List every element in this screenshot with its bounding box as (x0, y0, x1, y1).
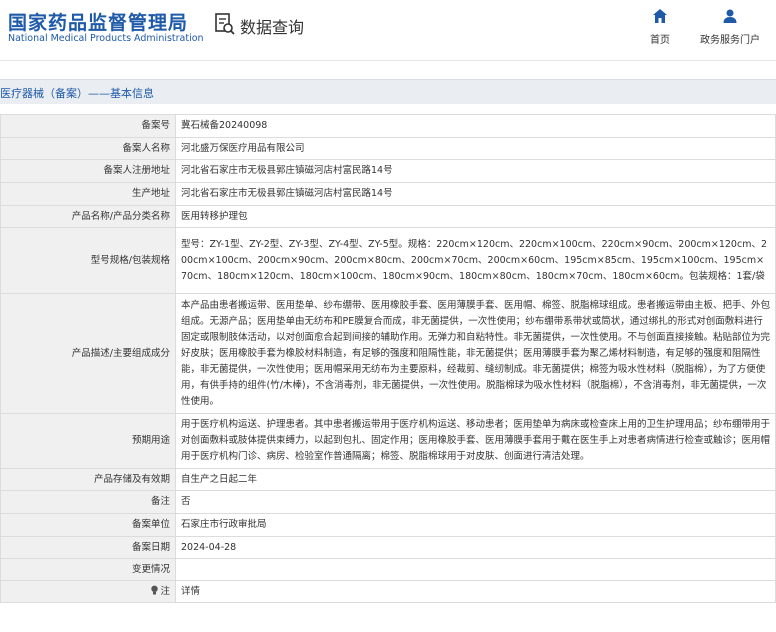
table-row: 注详情 (0, 580, 776, 603)
table-row: 型号规格/包装规格 型号：ZY-1型、ZY-2型、ZY-3型、ZY-4型、ZY-5… (0, 227, 776, 294)
data-search-icon (214, 12, 236, 40)
table-row: 生产地址 河北省石家庄市无极县郭庄镇磁河店村富民路14号 (0, 182, 776, 206)
field-value: 自生产之日起二年 (175, 468, 776, 491)
field-label-text: 备案人名称 (122, 142, 170, 154)
table-row: 产品名称/产品分类名称 医用转移护理包 (0, 205, 776, 228)
field-value: 2024-04-28 (175, 536, 776, 559)
field-value: 河北省石家庄市无极县郭庄镇磁河店村富民路14号 (175, 159, 776, 183)
field-label-text: 备案日期 (131, 541, 170, 553)
field-label: 备案日期 (0, 536, 176, 559)
table-row: 备案单位 石家庄市行政审批局 (0, 513, 776, 537)
table-row: 预期用途 用于医疗机构运送、护理患者。其中患者搬运带用于医疗机构运送、移动患者；医… (0, 413, 776, 469)
field-value (175, 558, 776, 581)
user-icon (722, 9, 738, 28)
field-value: 型号：ZY-1型、ZY-2型、ZY-3型、ZY-4型、ZY-5型。规格：220c… (175, 227, 776, 294)
nav-gov-service[interactable]: 政务服务门户 (698, 8, 762, 46)
table-row: 变更情况 (0, 558, 776, 581)
field-value: 医用转移护理包 (175, 205, 776, 228)
table-row: 产品存储及有效期 自生产之日起二年 (0, 468, 776, 491)
table-row: 备案人名称 河北盛万保医疗用品有限公司 (0, 137, 776, 160)
field-value: 否 (175, 490, 776, 514)
field-label-text: 备案号 (141, 120, 170, 131)
field-label-text: 产品描述/主要组成成分 (71, 347, 170, 359)
bulb-icon (150, 585, 160, 597)
home-icon (652, 9, 668, 28)
field-label-text: 备注 (150, 496, 170, 507)
field-value: 河北省石家庄市无极县郭庄镇磁河店村富民路14号 (175, 182, 776, 206)
table-row: 备案人注册地址 河北省石家庄市无极县郭庄镇磁河店村富民路14号 (0, 159, 776, 183)
field-value: 河北盛万保医疗用品有限公司 (175, 137, 776, 160)
field-label: 型号规格/包装规格 (0, 227, 176, 294)
header-divider (0, 60, 776, 61)
field-label-text: 预期用途 (131, 435, 170, 446)
field-label-text: 备案单位 (131, 519, 170, 530)
field-label-text: 生产地址 (131, 188, 170, 199)
field-value: 冀石械备20240098 (175, 114, 776, 138)
field-label-text: 注 (160, 585, 170, 597)
field-label: 备案单位 (0, 513, 176, 537)
field-label: 产品名称/产品分类名称 (0, 205, 176, 228)
nav-gov-service-label: 政务服务门户 (700, 35, 760, 46)
field-label: 备案人名称 (0, 137, 176, 160)
site-header: 国家药品监督管理局 National Medical Products Admi… (0, 0, 776, 60)
field-label: 变更情况 (0, 558, 176, 581)
field-value: 用于医疗机构运送、护理患者。其中患者搬运带用于医疗机构运送、移动患者；医用垫单为… (175, 413, 776, 469)
table-row: 备注否 (0, 490, 776, 514)
data-query-title[interactable]: 数据查询 (214, 13, 304, 39)
field-value[interactable]: 详情 (175, 580, 776, 603)
field-label: 预期用途 (0, 413, 176, 469)
field-label: 备案号 (0, 114, 176, 138)
field-value: 石家庄市行政审批局 (175, 513, 776, 537)
table-row: 产品描述/主要组成成分 本产品由患者搬运带、医用垫单、纱布绷带、医用橡胶手套、医用… (0, 293, 776, 414)
field-label-text: 备案人注册地址 (103, 165, 170, 176)
field-label: 产品描述/主要组成成分 (0, 293, 176, 414)
field-label-text: 产品名称/产品分类名称 (71, 210, 170, 222)
site-logo-en: National Medical Products Administration (8, 33, 204, 44)
field-value: 本产品由患者搬运带、医用垫单、纱布绷带、医用橡胶手套、医用薄膜手套、医用帽、棉签… (175, 293, 776, 414)
table-row: 备案号 冀石械备20240098 (0, 114, 776, 138)
nav-home[interactable]: 首页 (628, 8, 692, 46)
breadcrumb: 医疗器械（备案）——基本信息 (0, 87, 154, 100)
breadcrumb-bar: 医疗器械（备案）——基本信息 (0, 79, 776, 104)
field-label-text: 产品存储及有效期 (93, 473, 170, 485)
site-logo-cn[interactable]: 国家药品监督管理局 (8, 8, 188, 35)
nav-home-label: 首页 (650, 35, 670, 46)
field-label-text: 变更情况 (131, 563, 170, 575)
field-label-text: 型号规格/包装规格 (90, 254, 170, 266)
field-label: 注 (0, 580, 176, 603)
field-label: 产品存储及有效期 (0, 468, 176, 491)
field-label: 备案人注册地址 (0, 159, 176, 183)
detail-table: 备案号 冀石械备20240098 备案人名称 河北盛万保医疗用品有限公司 备案人注册地址… (0, 114, 776, 603)
field-label: 生产地址 (0, 182, 176, 206)
data-query-label: 数据查询 (240, 18, 305, 37)
table-row: 备案日期 2024-04-28 (0, 536, 776, 559)
field-label: 备注 (0, 490, 176, 514)
